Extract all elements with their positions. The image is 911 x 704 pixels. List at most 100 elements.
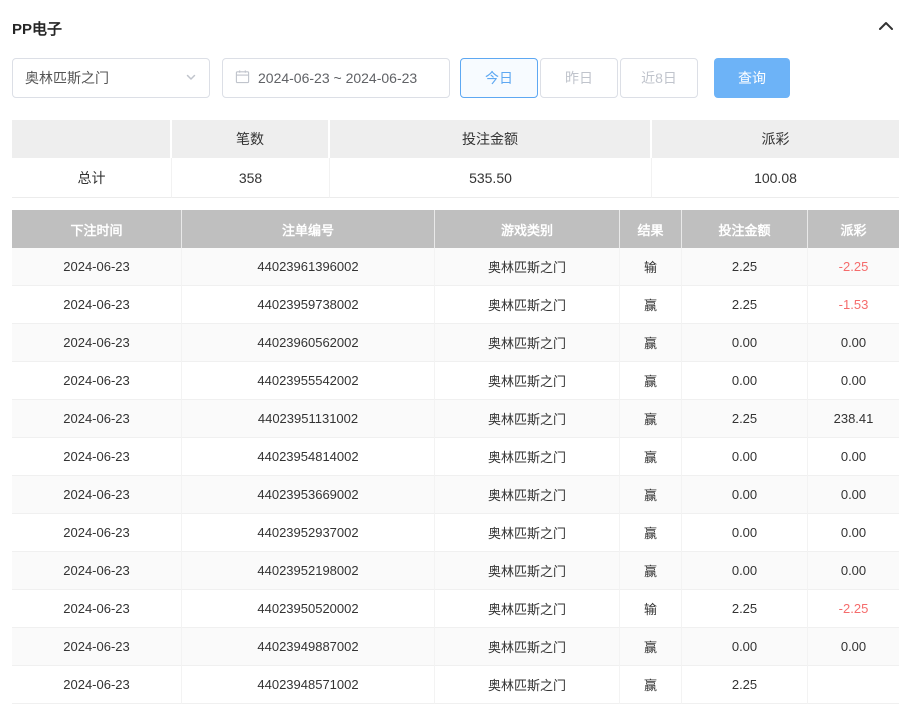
date-range-value: 2024-06-23 ~ 2024-06-23 [258,70,417,86]
quick-filter-last8days[interactable]: 近8日 [620,58,698,98]
cell-game-type: 奥林匹斯之门 [435,286,620,324]
cell-bet-time: 2024-06-23 [12,476,182,514]
cell-result: 赢 [620,552,682,590]
cell-bet-time: 2024-06-23 [12,362,182,400]
cell-result: 赢 [620,628,682,666]
calendar-icon [235,69,250,87]
cell-order-no: 44023960562002 [182,324,435,362]
summary-total-bet-amount: 535.50 [330,158,652,198]
cell-result: 赢 [620,476,682,514]
cell-game-type: 奥林匹斯之门 [435,514,620,552]
cell-payout: -1.53 [808,286,899,324]
cell-order-no: 44023953669002 [182,476,435,514]
cell-bet-amount: 0.00 [682,476,808,514]
summary-header-empty [12,120,172,158]
table-row: 2024-06-23 44023961396002 奥林匹斯之门 输 2.25 … [12,248,899,286]
date-range-input[interactable]: 2024-06-23 ~ 2024-06-23 [222,58,450,98]
cell-bet-amount: 2.25 [682,666,808,704]
search-button[interactable]: 查询 [714,58,790,98]
cell-bet-time: 2024-06-23 [12,628,182,666]
cell-bet-amount: 2.25 [682,590,808,628]
cell-result: 输 [620,590,682,628]
table-row: 2024-06-23 44023948571002 奥林匹斯之门 赢 2.25 [12,666,899,704]
cell-bet-time: 2024-06-23 [12,514,182,552]
col-header-order-no: 注单编号 [182,210,435,248]
col-header-payout: 派彩 [808,210,899,248]
cell-game-type: 奥林匹斯之门 [435,666,620,704]
cell-order-no: 44023961396002 [182,248,435,286]
cell-result: 赢 [620,324,682,362]
cell-bet-time: 2024-06-23 [12,552,182,590]
cell-order-no: 44023952937002 [182,514,435,552]
cell-payout: 0.00 [808,324,899,362]
cell-payout: -2.25 [808,590,899,628]
cell-bet-time: 2024-06-23 [12,590,182,628]
summary-total-label: 总计 [12,158,172,198]
cell-game-type: 奥林匹斯之门 [435,324,620,362]
cell-game-type: 奥林匹斯之门 [435,476,620,514]
cell-payout: 0.00 [808,514,899,552]
pp-electronic-panel: PP电子 奥林匹斯之门 2024-06-23 ~ 2024-06-23 今日 昨… [0,0,911,704]
cell-bet-amount: 0.00 [682,362,808,400]
cell-order-no: 44023948571002 [182,666,435,704]
cell-bet-amount: 0.00 [682,514,808,552]
cell-payout: -2.25 [808,248,899,286]
cell-payout: 0.00 [808,552,899,590]
cell-order-no: 44023949887002 [182,628,435,666]
summary-table: 笔数 投注金额 派彩 总计 358 535.50 100.08 [12,120,899,198]
cell-payout [808,666,899,704]
cell-bet-time: 2024-06-23 [12,400,182,438]
cell-game-type: 奥林匹斯之门 [435,552,620,590]
table-row: 2024-06-23 44023960562002 奥林匹斯之门 赢 0.00 … [12,324,899,362]
filter-bar: 奥林匹斯之门 2024-06-23 ~ 2024-06-23 今日 昨日 近8日… [12,58,899,98]
cell-game-type: 奥林匹斯之门 [435,628,620,666]
cell-order-no: 44023952198002 [182,552,435,590]
summary-total-count: 358 [172,158,330,198]
cell-result: 赢 [620,666,682,704]
table-row: 2024-06-23 44023952198002 奥林匹斯之门 赢 0.00 … [12,552,899,590]
cell-order-no: 44023959738002 [182,286,435,324]
table-row: 2024-06-23 44023955542002 奥林匹斯之门 赢 0.00 … [12,362,899,400]
chevron-down-icon [185,70,197,86]
table-row: 2024-06-23 44023953669002 奥林匹斯之门 赢 0.00 … [12,476,899,514]
summary-header-bet-amount: 投注金额 [330,120,652,158]
table-row: 2024-06-23 44023950520002 奥林匹斯之门 输 2.25 … [12,590,899,628]
cell-game-type: 奥林匹斯之门 [435,362,620,400]
cell-order-no: 44023955542002 [182,362,435,400]
col-header-result: 结果 [620,210,682,248]
table-row: 2024-06-23 44023949887002 奥林匹斯之门 赢 0.00 … [12,628,899,666]
cell-game-type: 奥林匹斯之门 [435,400,620,438]
table-row: 2024-06-23 44023951131002 奥林匹斯之门 赢 2.25 … [12,400,899,438]
cell-order-no: 44023951131002 [182,400,435,438]
table-body: 2024-06-23 44023961396002 奥林匹斯之门 输 2.25 … [12,248,899,704]
cell-bet-amount: 0.00 [682,438,808,476]
cell-bet-time: 2024-06-23 [12,248,182,286]
cell-bet-time: 2024-06-23 [12,666,182,704]
cell-payout: 0.00 [808,438,899,476]
cell-result: 输 [620,248,682,286]
cell-bet-amount: 0.00 [682,324,808,362]
cell-game-type: 奥林匹斯之门 [435,438,620,476]
cell-bet-amount: 2.25 [682,400,808,438]
chevron-up-icon [877,19,895,38]
col-header-game-type: 游戏类别 [435,210,620,248]
cell-result: 赢 [620,438,682,476]
summary-total-payout: 100.08 [652,158,899,198]
table-row: 2024-06-23 44023959738002 奥林匹斯之门 赢 2.25 … [12,286,899,324]
cell-result: 赢 [620,286,682,324]
cell-order-no: 44023954814002 [182,438,435,476]
summary-header-payout: 派彩 [652,120,899,158]
panel-header: PP电子 [12,8,899,48]
cell-game-type: 奥林匹斯之门 [435,590,620,628]
quick-filter-yesterday[interactable]: 昨日 [540,58,618,98]
cell-bet-time: 2024-06-23 [12,286,182,324]
collapse-button[interactable] [873,15,899,42]
cell-result: 赢 [620,362,682,400]
quick-filter-today[interactable]: 今日 [460,58,538,98]
cell-payout: 0.00 [808,628,899,666]
table-row: 2024-06-23 44023952937002 奥林匹斯之门 赢 0.00 … [12,514,899,552]
cell-bet-amount: 0.00 [682,552,808,590]
summary-header-count: 笔数 [172,120,330,158]
game-select[interactable]: 奥林匹斯之门 [12,58,210,98]
cell-payout: 238.41 [808,400,899,438]
